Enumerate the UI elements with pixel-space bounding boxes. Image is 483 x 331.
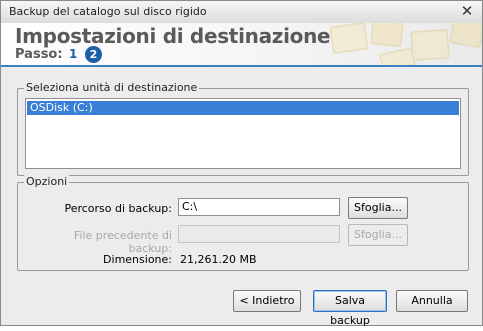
window-title: Backup del catalogo sul disco rigido	[9, 5, 207, 18]
save-backup-button[interactable]: Salva backup	[313, 290, 387, 327]
options-group: Opzioni Percorso di backup: C:\ Sfoglia.…	[17, 175, 469, 271]
step-1-link[interactable]: 1	[69, 47, 77, 61]
destination-group-legend: Seleziona unità di destinazione	[24, 81, 200, 94]
browse-button[interactable]: Sfoglia...	[348, 197, 408, 219]
destination-group: Seleziona unità di destinazione OSDisk (…	[17, 81, 469, 176]
close-icon[interactable]: ✕	[458, 2, 476, 20]
title-bar: Backup del catalogo sul disco rigido ✕	[1, 1, 482, 24]
drive-listbox[interactable]: OSDisk (C:)	[25, 98, 461, 169]
size-value: 21,261.20 MB	[180, 253, 257, 266]
wizard-header: Impostazioni di destinazione Passo: 1 2	[1, 23, 482, 67]
step-label: Passo:	[15, 47, 63, 62]
options-group-legend: Opzioni	[24, 175, 70, 188]
back-button[interactable]: < Indietro	[233, 290, 301, 312]
backup-path-input[interactable]: C:\	[178, 198, 340, 216]
size-label: Dimensione:	[103, 253, 172, 266]
backup-dialog: Backup del catalogo sul disco rigido ✕ I…	[0, 0, 483, 327]
browse-previous-button[interactable]: Sfoglia...	[348, 224, 408, 246]
drive-list-item[interactable]: OSDisk (C:)	[27, 101, 459, 115]
page-title: Impostazioni di destinazione	[15, 24, 331, 48]
previous-file-input[interactable]	[178, 225, 340, 243]
backup-path-label: Percorso di backup:	[64, 202, 172, 215]
step-2-current-badge: 2	[85, 46, 102, 63]
cancel-button[interactable]: Annulla	[396, 290, 468, 312]
previous-file-label: File precedente di backup:	[73, 229, 172, 255]
